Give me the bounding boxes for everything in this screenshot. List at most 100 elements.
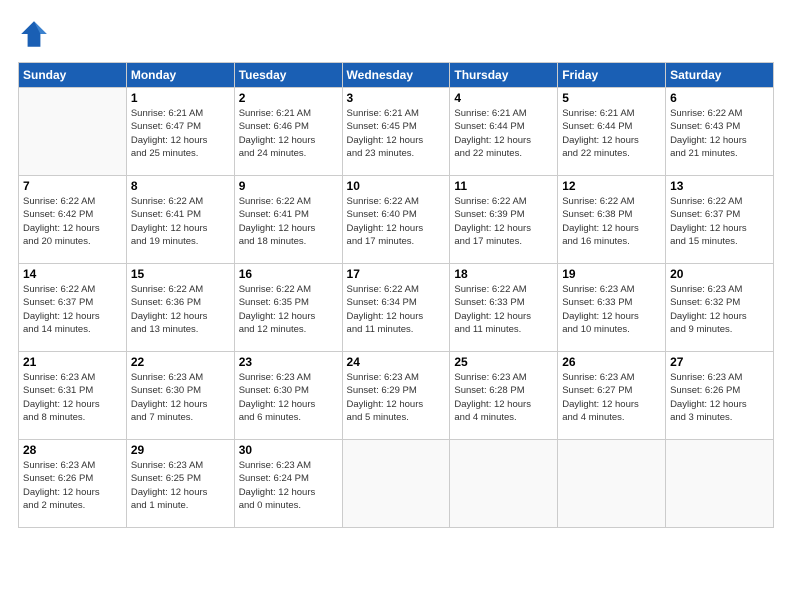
day-number: 5 [562,91,661,105]
day-info: Sunrise: 6:22 AM Sunset: 6:37 PM Dayligh… [23,283,122,336]
calendar-day-24: 24 Sunrise: 6:23 AM Sunset: 6:29 PM Dayli… [342,352,450,440]
day-header-thursday: Thursday [450,63,558,88]
empty-cell [450,440,558,528]
day-number: 19 [562,267,661,281]
calendar-day-11: 11 Sunrise: 6:22 AM Sunset: 6:39 PM Dayli… [450,176,558,264]
day-info: Sunrise: 6:21 AM Sunset: 6:44 PM Dayligh… [454,107,553,160]
day-info: Sunrise: 6:23 AM Sunset: 6:29 PM Dayligh… [347,371,446,424]
day-header-tuesday: Tuesday [234,63,342,88]
day-info: Sunrise: 6:22 AM Sunset: 6:43 PM Dayligh… [670,107,769,160]
day-number: 8 [131,179,230,193]
calendar-day-29: 29 Sunrise: 6:23 AM Sunset: 6:25 PM Dayli… [126,440,234,528]
calendar-table: SundayMondayTuesdayWednesdayThursdayFrid… [18,62,774,528]
day-info: Sunrise: 6:22 AM Sunset: 6:37 PM Dayligh… [670,195,769,248]
day-number: 10 [347,179,446,193]
day-info: Sunrise: 6:23 AM Sunset: 6:25 PM Dayligh… [131,459,230,512]
day-info: Sunrise: 6:22 AM Sunset: 6:36 PM Dayligh… [131,283,230,336]
calendar-day-25: 25 Sunrise: 6:23 AM Sunset: 6:28 PM Dayli… [450,352,558,440]
header [18,18,774,50]
day-info: Sunrise: 6:23 AM Sunset: 6:26 PM Dayligh… [23,459,122,512]
empty-cell [19,88,127,176]
day-info: Sunrise: 6:21 AM Sunset: 6:46 PM Dayligh… [239,107,338,160]
day-info: Sunrise: 6:23 AM Sunset: 6:26 PM Dayligh… [670,371,769,424]
day-info: Sunrise: 6:23 AM Sunset: 6:30 PM Dayligh… [131,371,230,424]
calendar-day-3: 3Sunrise: 6:21 AM Sunset: 6:45 PM Daylig… [342,88,450,176]
day-number: 2 [239,91,338,105]
calendar-day-5: 5 Sunrise: 6:21 AM Sunset: 6:44 PM Daylig… [558,88,666,176]
day-number: 11 [454,179,553,193]
day-header-monday: Monday [126,63,234,88]
day-number: 13 [670,179,769,193]
day-info: Sunrise: 6:23 AM Sunset: 6:28 PM Dayligh… [454,371,553,424]
calendar-day-17: 17 Sunrise: 6:22 AM Sunset: 6:34 PM Dayli… [342,264,450,352]
day-info: Sunrise: 6:23 AM Sunset: 6:24 PM Dayligh… [239,459,338,512]
day-number: 1 [131,91,230,105]
calendar-day-7: 7 Sunrise: 6:22 AM Sunset: 6:42 PM Daylig… [19,176,127,264]
calendar-day-9: 9 Sunrise: 6:22 AM Sunset: 6:41 PM Daylig… [234,176,342,264]
day-number: 30 [239,443,338,457]
calendar-day-8: 8 Sunrise: 6:22 AM Sunset: 6:41 PM Daylig… [126,176,234,264]
logo-icon [18,18,50,50]
day-number: 6 [670,91,769,105]
calendar-week-row: 7 Sunrise: 6:22 AM Sunset: 6:42 PM Daylig… [19,176,774,264]
calendar-day-13: 13 Sunrise: 6:22 AM Sunset: 6:37 PM Dayli… [666,176,774,264]
day-number: 9 [239,179,338,193]
calendar-day-1: 1 Sunrise: 6:21 AM Sunset: 6:47 PM Daylig… [126,88,234,176]
day-number: 17 [347,267,446,281]
calendar-day-28: 28 Sunrise: 6:23 AM Sunset: 6:26 PM Dayli… [19,440,127,528]
logo [18,18,54,50]
day-number: 29 [131,443,230,457]
calendar-day-10: 10 Sunrise: 6:22 AM Sunset: 6:40 PM Dayli… [342,176,450,264]
day-info: Sunrise: 6:22 AM Sunset: 6:41 PM Dayligh… [239,195,338,248]
day-number: 12 [562,179,661,193]
day-header-saturday: Saturday [666,63,774,88]
day-info: Sunrise: 6:23 AM Sunset: 6:32 PM Dayligh… [670,283,769,336]
calendar-day-4: 4 Sunrise: 6:21 AM Sunset: 6:44 PM Daylig… [450,88,558,176]
calendar-day-16: 16Sunrise: 6:22 AM Sunset: 6:35 PM Dayli… [234,264,342,352]
calendar-day-27: 27Sunrise: 6:23 AM Sunset: 6:26 PM Dayli… [666,352,774,440]
day-number: 26 [562,355,661,369]
day-info: Sunrise: 6:22 AM Sunset: 6:39 PM Dayligh… [454,195,553,248]
calendar-week-row: 14Sunrise: 6:22 AM Sunset: 6:37 PM Dayli… [19,264,774,352]
day-number: 24 [347,355,446,369]
calendar-day-18: 18 Sunrise: 6:22 AM Sunset: 6:33 PM Dayli… [450,264,558,352]
day-info: Sunrise: 6:22 AM Sunset: 6:40 PM Dayligh… [347,195,446,248]
calendar-header-row: SundayMondayTuesdayWednesdayThursdayFrid… [19,63,774,88]
day-info: Sunrise: 6:23 AM Sunset: 6:31 PM Dayligh… [23,371,122,424]
calendar-day-2: 2 Sunrise: 6:21 AM Sunset: 6:46 PM Daylig… [234,88,342,176]
day-header-wednesday: Wednesday [342,63,450,88]
day-info: Sunrise: 6:22 AM Sunset: 6:41 PM Dayligh… [131,195,230,248]
day-info: Sunrise: 6:21 AM Sunset: 6:45 PM Dayligh… [347,107,446,160]
day-number: 28 [23,443,122,457]
empty-cell [666,440,774,528]
day-number: 21 [23,355,122,369]
page: SundayMondayTuesdayWednesdayThursdayFrid… [0,0,792,612]
day-number: 18 [454,267,553,281]
day-number: 7 [23,179,122,193]
calendar-day-6: 6 Sunrise: 6:22 AM Sunset: 6:43 PM Daylig… [666,88,774,176]
day-info: Sunrise: 6:21 AM Sunset: 6:47 PM Dayligh… [131,107,230,160]
calendar-day-14: 14Sunrise: 6:22 AM Sunset: 6:37 PM Dayli… [19,264,127,352]
calendar-week-row: 1 Sunrise: 6:21 AM Sunset: 6:47 PM Daylig… [19,88,774,176]
day-number: 22 [131,355,230,369]
day-info: Sunrise: 6:23 AM Sunset: 6:27 PM Dayligh… [562,371,661,424]
calendar-day-15: 15 Sunrise: 6:22 AM Sunset: 6:36 PM Dayli… [126,264,234,352]
day-info: Sunrise: 6:22 AM Sunset: 6:42 PM Dayligh… [23,195,122,248]
day-info: Sunrise: 6:22 AM Sunset: 6:38 PM Dayligh… [562,195,661,248]
day-header-sunday: Sunday [19,63,127,88]
day-number: 16 [239,267,338,281]
day-number: 4 [454,91,553,105]
day-number: 15 [131,267,230,281]
day-info: Sunrise: 6:23 AM Sunset: 6:30 PM Dayligh… [239,371,338,424]
day-info: Sunrise: 6:22 AM Sunset: 6:34 PM Dayligh… [347,283,446,336]
calendar-day-22: 22 Sunrise: 6:23 AM Sunset: 6:30 PM Dayli… [126,352,234,440]
empty-cell [558,440,666,528]
calendar-week-row: 28 Sunrise: 6:23 AM Sunset: 6:26 PM Dayli… [19,440,774,528]
day-info: Sunrise: 6:21 AM Sunset: 6:44 PM Dayligh… [562,107,661,160]
day-number: 23 [239,355,338,369]
day-header-friday: Friday [558,63,666,88]
day-info: Sunrise: 6:22 AM Sunset: 6:33 PM Dayligh… [454,283,553,336]
calendar-day-23: 23 Sunrise: 6:23 AM Sunset: 6:30 PM Dayli… [234,352,342,440]
day-number: 25 [454,355,553,369]
calendar-day-12: 12 Sunrise: 6:22 AM Sunset: 6:38 PM Dayli… [558,176,666,264]
